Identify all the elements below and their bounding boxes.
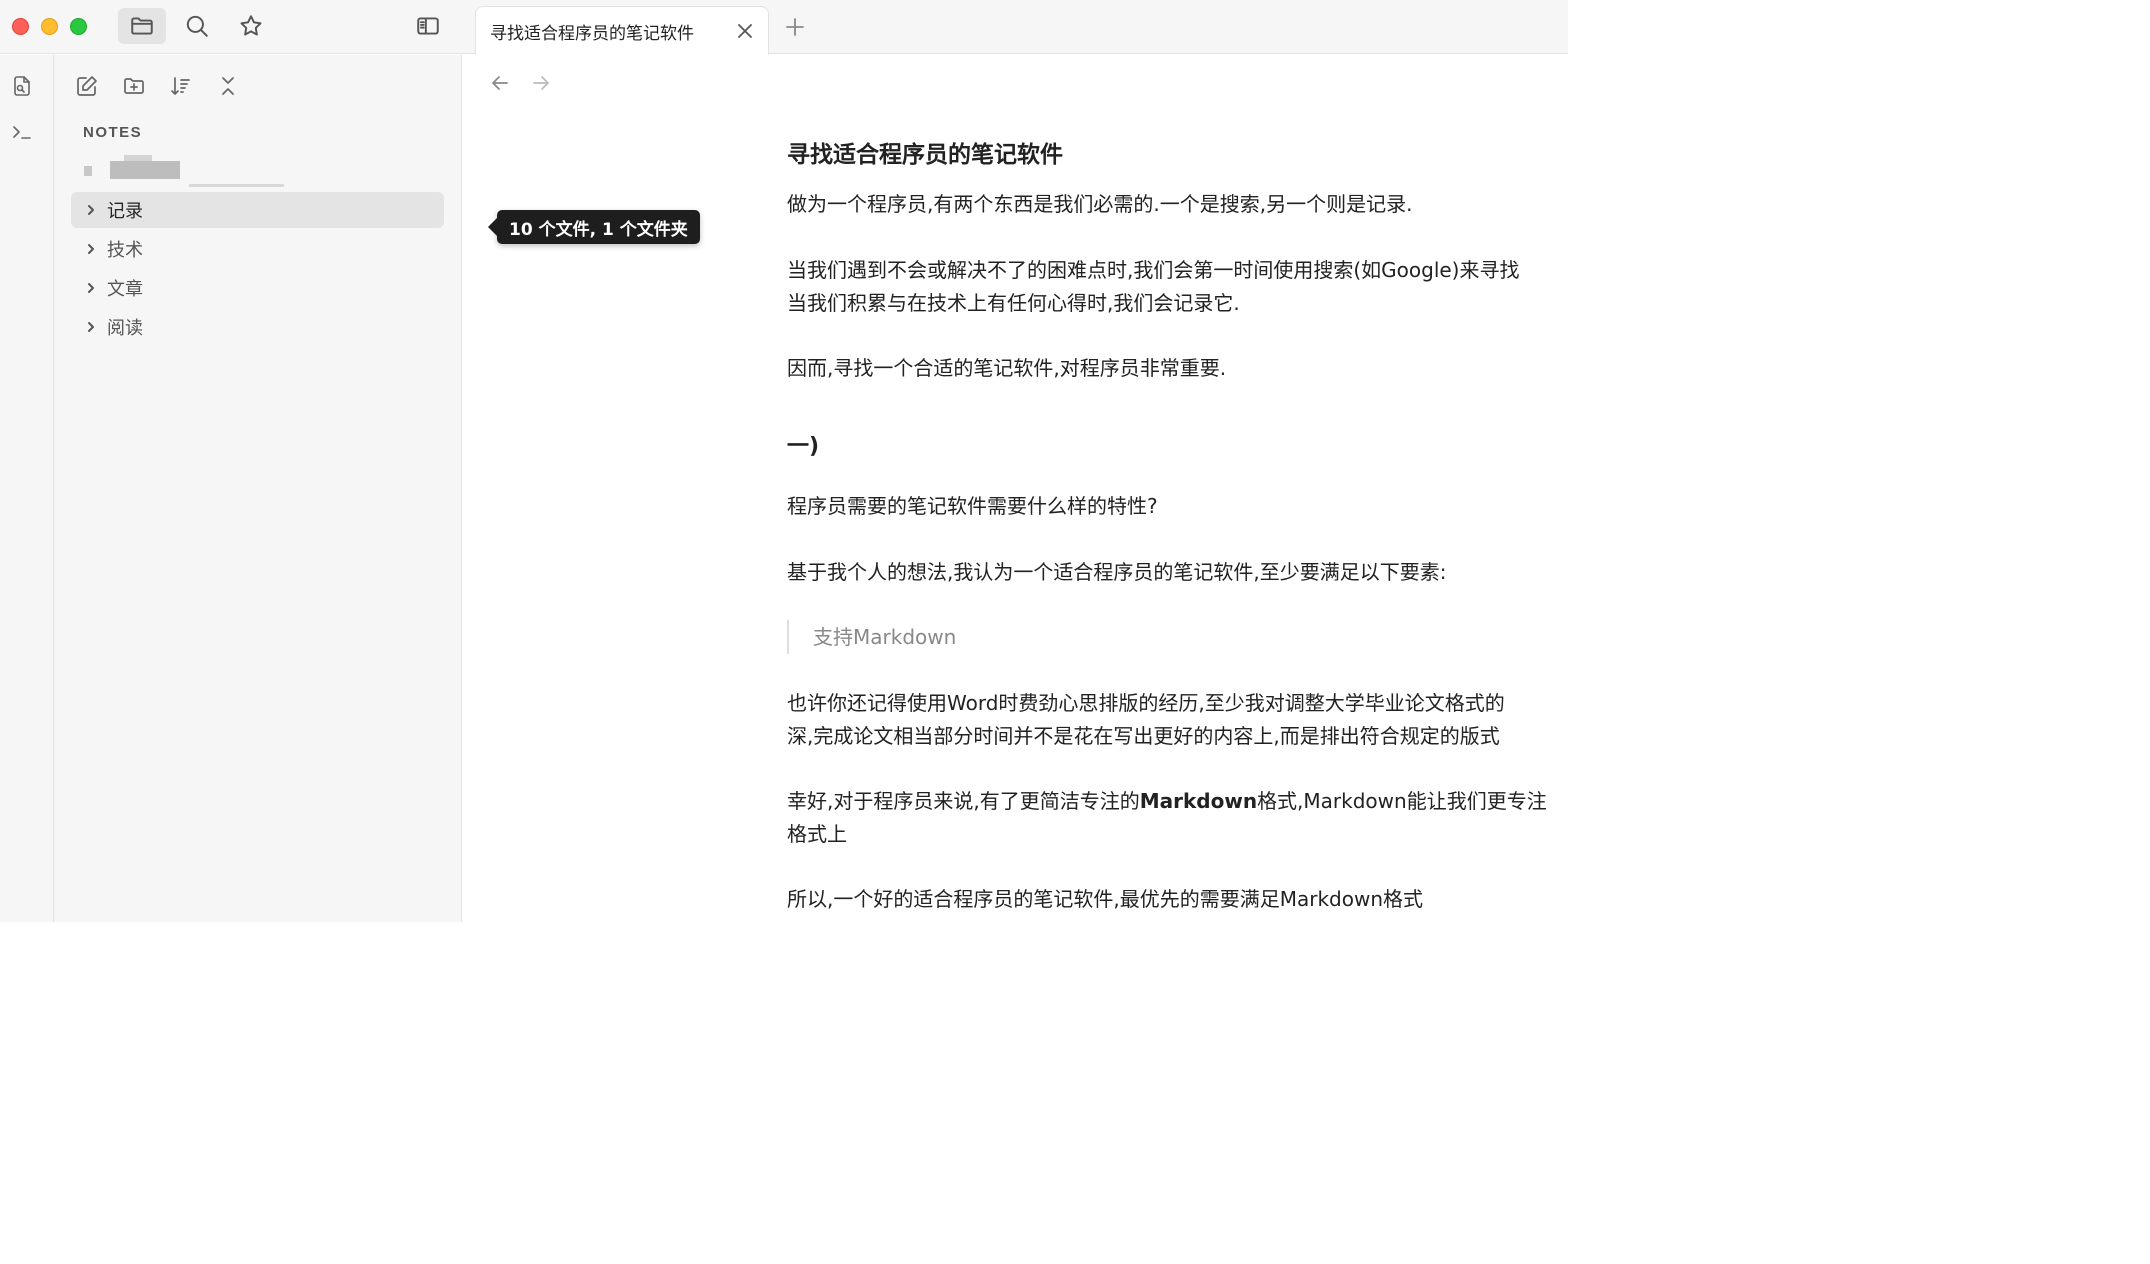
folder-label: 阅读 (107, 318, 143, 339)
new-folder-icon (124, 78, 144, 94)
collapse-all-icon (222, 77, 234, 95)
new-tab-button[interactable] (782, 14, 808, 40)
folder-tooltip: 10 个文件, 1 个文件夹 (488, 210, 700, 244)
close-icon (738, 24, 752, 38)
paragraph: 所以,一个好的适合程序员的笔记软件,最优先的需要满足Markdown格式 (787, 887, 1423, 911)
paragraph: 因而,寻找一个合适的笔记软件,对程序员非常重要. (787, 356, 1227, 380)
paragraph-line: 格式上 (787, 822, 847, 846)
chevron-right-icon (85, 320, 99, 334)
paragraph-line: 幸好,对于程序员来说,有了更简洁专注的Markdown格式,Markdown能让… (787, 785, 1547, 818)
tab-bar: 寻找适合程序员的笔记软件 (462, 0, 1568, 55)
folder-label: 技术 (107, 240, 143, 261)
paragraph-line: 当我们积累与在技术上有任何心得时,我们会记录它. (787, 291, 1240, 315)
folder-icon (131, 17, 153, 35)
paragraph: 做为一个程序员,有两个东西是我们必需的.一个是搜索,另一个则是记录. (787, 192, 1413, 216)
sort-button[interactable] (166, 71, 196, 101)
text-run: 格式,Markdown能让我们更专注 (1257, 789, 1547, 813)
arrow-right-icon (533, 76, 549, 90)
folder-item[interactable]: 记录 (71, 192, 444, 228)
folder-item[interactable]: 技术 (71, 231, 444, 267)
file-explorer-sidebar: NOTES 记录 技术 文章 阅读 (54, 55, 462, 922)
sort-icon (171, 77, 190, 95)
search-icon (186, 15, 208, 37)
navigate-back-button[interactable] (487, 70, 513, 96)
minimize-window-button[interactable] (41, 18, 58, 35)
paragraph-line: 深,完成论文相当部分时间并不是花在写出更好的内容上,而是排出符合规定的版式 (787, 724, 1500, 748)
text-run: 幸好,对于程序员来说,有了更简洁专注的 (787, 789, 1140, 813)
chevron-right-icon (85, 203, 99, 217)
zoom-window-button[interactable] (70, 18, 87, 35)
file-explorer-button[interactable] (118, 8, 166, 44)
redacted-item (84, 155, 284, 187)
search-button[interactable] (173, 8, 221, 44)
new-folder-button[interactable] (119, 71, 149, 101)
arrow-left-icon (492, 76, 508, 90)
close-window-button[interactable] (12, 18, 29, 35)
folder-item[interactable]: 阅读 (71, 309, 444, 345)
file-search-icon (14, 76, 30, 96)
new-note-button[interactable] (72, 71, 102, 101)
section-heading: 一) (787, 434, 820, 459)
command-palette-button[interactable] (8, 118, 36, 146)
titlebar (0, 0, 462, 54)
collapse-all-button[interactable] (213, 71, 243, 101)
close-tab-button[interactable] (732, 18, 758, 44)
terminal-icon (13, 126, 31, 139)
folder-label: 文章 (107, 279, 143, 300)
bookmarks-button[interactable] (227, 8, 275, 44)
sidebar-toggle-icon (417, 17, 439, 35)
tab-title: 寻找适合程序员的笔记软件 (490, 23, 694, 44)
paragraph-line: 也许你还记得使用Word时费劲心思排版的经历,至少我对调整大学毕业论文格式的 (787, 691, 1505, 715)
folder-label: 记录 (107, 201, 143, 222)
tab-active[interactable]: 寻找适合程序员的笔记软件 (475, 6, 769, 55)
vault-name[interactable]: NOTES (83, 124, 142, 141)
star-icon (240, 15, 262, 36)
folder-item[interactable]: 文章 (71, 270, 444, 306)
navigate-forward-button[interactable] (528, 70, 554, 96)
paragraph-line: 当我们遇到不会或解决不了的困难点时,我们会第一时间使用搜索(如Google)来寻… (787, 258, 1520, 282)
bold-text: Markdown (1139, 789, 1258, 813)
chevron-right-icon (85, 242, 99, 256)
paragraph: 基于我个人的想法,我认为一个适合程序员的笔记软件,至少要满足以下要素: (787, 560, 1447, 584)
document-title: 寻找适合程序员的笔记软件 (787, 142, 1063, 168)
quick-switcher-button[interactable] (8, 72, 36, 100)
new-note-icon (77, 76, 97, 96)
toggle-sidebar-button[interactable] (404, 8, 452, 44)
plus-icon (786, 18, 804, 36)
paragraph: 程序员需要的笔记软件需要什么样的特性? (787, 494, 1158, 518)
ribbon (0, 55, 54, 922)
blockquote: 支持Markdown (787, 620, 956, 654)
chevron-right-icon (85, 281, 99, 295)
